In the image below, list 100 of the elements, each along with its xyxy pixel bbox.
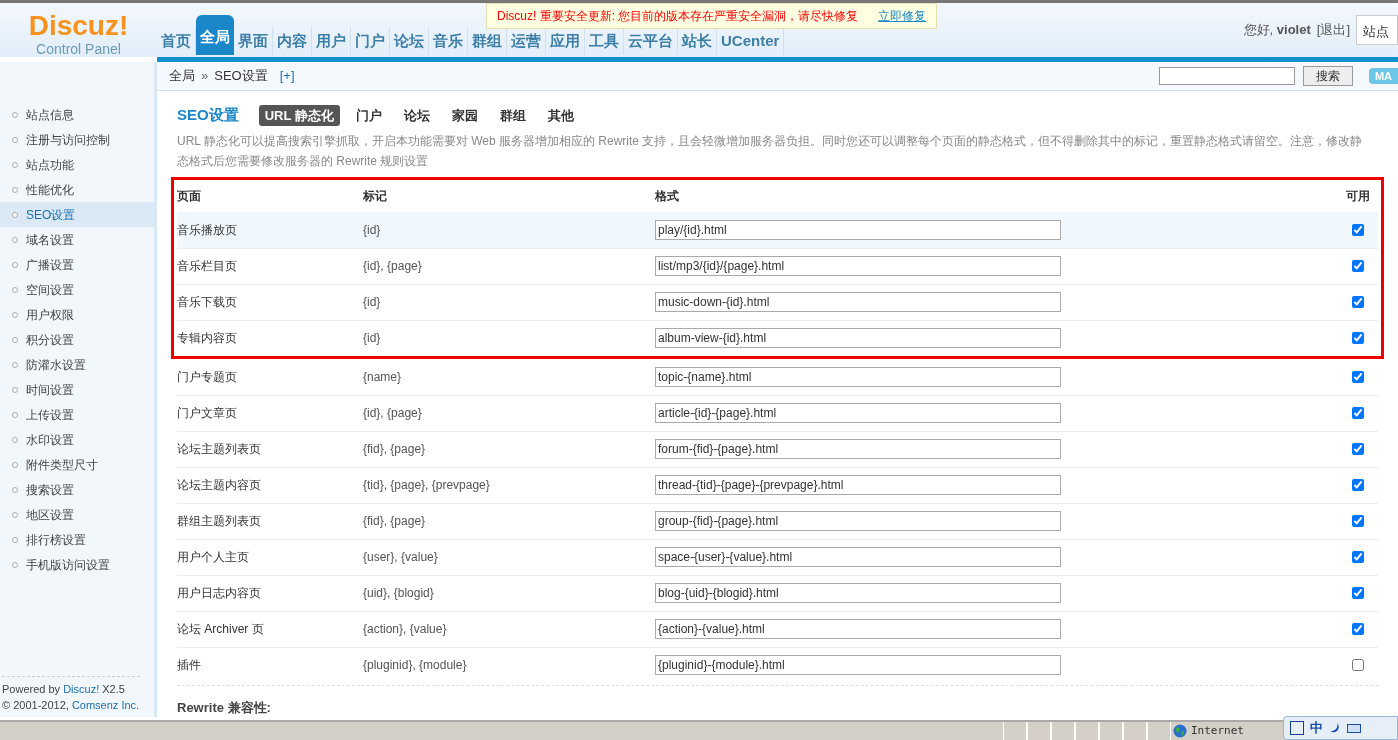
marks-cell-text: {user}, {value}: [363, 549, 439, 566]
sidebar-item[interactable]: 搜索设置: [0, 477, 154, 502]
format-field[interactable]: thread-{tid}-{page}-{prevpage}.html: [655, 475, 1061, 495]
nav-tab[interactable]: 全局: [196, 15, 234, 55]
page-cell-text: 插件: [177, 657, 202, 674]
page-cell-text: 论坛主题内容页: [177, 477, 262, 494]
section-tab[interactable]: 门户: [349, 104, 388, 127]
marks-cell-text: {id}: [363, 221, 382, 239]
add-shortcut-link[interactable]: [+]: [279, 66, 295, 86]
breadcrumb-link[interactable]: 全局: [169, 66, 195, 86]
enabled-checkbox[interactable]: [1352, 443, 1364, 455]
format-field[interactable]: blog-{uid}-{blogid}.html: [655, 583, 1061, 603]
format-field[interactable]: {pluginid}-{module}.html: [655, 655, 1061, 675]
format-field[interactable]: music-down-{id}.html: [655, 292, 1061, 312]
section-tab[interactable]: 论坛: [397, 104, 436, 127]
page-cell-text: 论坛 Archiver 页: [177, 621, 265, 638]
enabled-checkbox[interactable]: [1352, 659, 1364, 671]
enabled-checkbox[interactable]: [1352, 587, 1364, 599]
marks-cell-text: {uid}, {blogid}: [363, 585, 435, 602]
enabled-checkbox[interactable]: [1352, 223, 1364, 236]
format-field[interactable]: group-{fid}-{page}.html: [655, 511, 1061, 531]
sidebar-item[interactable]: 站点功能: [0, 152, 154, 177]
section-tab[interactable]: 其他: [541, 104, 580, 127]
marks-cell-text: {fid}, {page}: [363, 441, 427, 458]
enabled-checkbox[interactable]: [1352, 332, 1364, 344]
section-tab[interactable]: 群组: [493, 104, 532, 127]
copyright-text: © 2001-2012, Comsenz Inc.: [2, 698, 140, 713]
format-field[interactable]: album-view-{id}.html: [655, 328, 1061, 348]
sidebar-item[interactable]: 手机版访问设置: [0, 552, 154, 577]
sidebar-item[interactable]: 地区设置: [0, 502, 154, 527]
sidebar-item[interactable]: 空间设置: [0, 277, 154, 302]
nav-tab[interactable]: 界面: [234, 27, 273, 55]
format-field[interactable]: list/mp3/{id}/{page}.html: [655, 256, 1061, 276]
nav-tab[interactable]: 内容: [273, 27, 312, 55]
breadcrumb-link[interactable]: SEO设置: [214, 66, 268, 86]
language-toggle[interactable]: 中: [1310, 718, 1323, 738]
status-pane: [1027, 722, 1051, 740]
sidebar-item[interactable]: 水印设置: [0, 427, 154, 452]
enabled-checkbox[interactable]: [1352, 479, 1364, 491]
section-tab[interactable]: 家园: [445, 104, 484, 127]
sidebar-item[interactable]: 上传设置: [0, 402, 154, 427]
logo-subtitle: Control Panel: [36, 41, 121, 57]
section-tab[interactable]: URL 静态化: [258, 104, 340, 127]
sidebar-item[interactable]: 广播设置: [0, 252, 154, 277]
input-mode-icon[interactable]: [1290, 721, 1304, 735]
nav-tab[interactable]: 用户: [312, 27, 351, 55]
page-cell-text: 用户日志内容页: [177, 585, 262, 602]
sidebar-item[interactable]: 排行榜设置: [0, 527, 154, 552]
search-button[interactable]: 搜索: [1302, 65, 1353, 86]
sidebar-item[interactable]: 站点信息: [0, 102, 154, 127]
enabled-checkbox[interactable]: [1352, 515, 1364, 527]
marks-cell-text: {id}, {page}: [363, 405, 423, 422]
nav-tab[interactable]: 论坛: [390, 27, 429, 55]
sidebar-item[interactable]: 用户权限: [0, 302, 154, 327]
format-field[interactable]: topic-{name}.html: [655, 366, 1061, 387]
greeting-text: 您好, violet: [1243, 21, 1311, 40]
sidebar-item[interactable]: 防灌水设置: [0, 352, 154, 377]
logo-title: Discuz!: [28, 11, 129, 41]
sidebar-item[interactable]: 时间设置: [0, 377, 154, 402]
notice-text: Discuz! 重要安全更新: 您目前的版本存在严重安全漏洞，请尽快修复: [497, 8, 859, 25]
page-cell-text: 论坛主题列表页: [177, 441, 262, 458]
search-field[interactable]: [1158, 66, 1295, 85]
page-cell-text: 音乐播放页: [177, 221, 238, 239]
enabled-checkbox[interactable]: [1352, 407, 1364, 419]
marks-cell-text: {tid}, {page}, {prevpage}: [363, 477, 491, 494]
status-pane: [1147, 722, 1171, 740]
format-field[interactable]: article-{id}-{page}.html: [655, 403, 1061, 423]
description-text: URL 静态化可以提高搜索引擎抓取，开启本功能需要对 Web 服务器增加相应的 Rewrite 支持，且会轻微增加服务器负担。同时您还可以调整每个页面的静态格式，但不得删除其中的标记，重置静态格式请留空。注意，修改静态格式后您需要修改服务器的 Rewrite 规则设置: [177, 132, 1364, 170]
nav-tab[interactable]: 音乐: [429, 27, 468, 55]
logout-link[interactable]: [退出]: [1316, 20, 1350, 40]
sidebar-item[interactable]: 性能优化: [0, 177, 154, 202]
marks-cell-text: {name}: [363, 368, 403, 386]
column-header: 可用: [1345, 187, 1371, 205]
sidebar-item[interactable]: 注册与访问控制: [0, 127, 154, 152]
enabled-checkbox[interactable]: [1352, 623, 1364, 635]
sidebar-item[interactable]: 积分设置: [0, 327, 154, 352]
page-cell-text: 门户专题页: [177, 368, 238, 386]
format-field[interactable]: {action}-{value}.html: [655, 619, 1061, 639]
status-pane: [1123, 722, 1147, 740]
format-field[interactable]: space-{user}-{value}.html: [655, 547, 1061, 567]
powered-by-text: Powered by Discuz! X2.5: [2, 682, 126, 697]
page-cell-text: 音乐栏目页: [177, 258, 238, 275]
sidebar-item[interactable]: 域名设置: [0, 227, 154, 252]
sidebar-item[interactable]: 附件类型尺寸: [0, 452, 154, 477]
format-field[interactable]: play/{id}.html: [655, 219, 1061, 240]
keyboard-icon[interactable]: [1347, 723, 1361, 733]
enabled-checkbox[interactable]: [1352, 296, 1364, 308]
enabled-checkbox[interactable]: [1352, 370, 1364, 383]
marks-cell-text: {fid}, {page}: [363, 513, 427, 530]
enabled-checkbox[interactable]: [1352, 260, 1364, 272]
site-home-button[interactable]: 站点: [1356, 15, 1398, 45]
marks-cell-text: {action}, {value}: [363, 621, 448, 638]
sidebar-item[interactable]: SEO设置: [0, 202, 154, 227]
fix-link[interactable]: 立即修复: [878, 7, 927, 25]
moon-icon[interactable]: [1329, 722, 1341, 734]
page-cell-text: 门户文章页: [177, 405, 238, 422]
nav-tab[interactable]: 门户: [351, 27, 390, 55]
page-cell-text: 群组主题列表页: [177, 513, 262, 530]
enabled-checkbox[interactable]: [1352, 551, 1364, 563]
format-field[interactable]: forum-{fid}-{page}.html: [655, 439, 1061, 459]
